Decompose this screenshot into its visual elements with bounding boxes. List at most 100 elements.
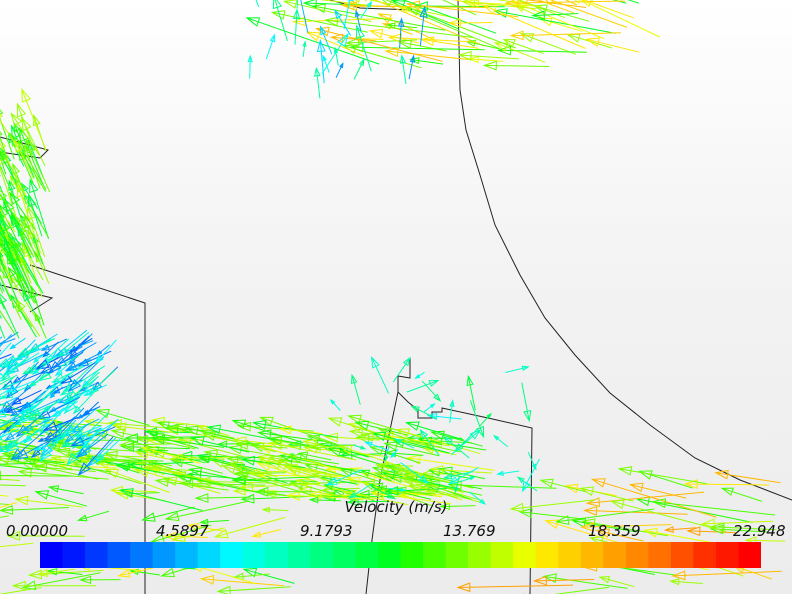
colorbar-swatch [400, 542, 424, 568]
colorbar-swatch [107, 542, 131, 568]
velocity-vector [479, 412, 492, 427]
velocity-vector [292, 8, 301, 45]
colorbar-swatch [468, 542, 492, 568]
velocity-vector [156, 421, 200, 436]
velocity-vector [265, 33, 276, 60]
velocity-vector [442, 435, 470, 459]
velocity-vector [406, 379, 440, 393]
colorbar-swatch [242, 542, 266, 568]
velocity-vector [450, 429, 481, 456]
velocity-vector [423, 403, 436, 413]
colorbar-swatch [332, 542, 357, 568]
velocity-vector [4, 338, 52, 368]
velocity-vector [404, 421, 464, 441]
velocity-vector [521, 382, 532, 423]
velocity-vector [585, 37, 640, 53]
velocity-vector [429, 465, 492, 475]
velocity-vector [128, 459, 194, 470]
velocity-vector [0, 484, 26, 487]
colorbar-swatch [513, 542, 537, 568]
colorbar-swatch [62, 542, 86, 568]
velocity-vector [353, 58, 365, 80]
velocity-vector [449, 399, 455, 423]
velocity-vector [78, 575, 121, 584]
velocity-vector [392, 356, 411, 383]
colorbar-swatch [130, 542, 154, 568]
velocity-vector [370, 356, 390, 394]
colorbar-swatch [625, 542, 649, 568]
colorbar-swatch [580, 542, 604, 568]
colorbar-swatch [287, 542, 311, 568]
colorbar-swatch [197, 542, 221, 568]
colorbar-swatch [648, 542, 672, 568]
legend-tick-label: 4.5897 [156, 522, 209, 540]
velocity-vector [24, 386, 51, 413]
velocity-vector [10, 294, 37, 338]
colorbar-swatch [377, 542, 402, 568]
legend-tick-label: 18.359 [588, 522, 641, 540]
colorbar-swatch [85, 542, 109, 568]
render-viewport[interactable]: Velocity (m/s) 0.00000 4.5897 9.1793 13.… [0, 0, 792, 594]
colorbar-swatch [670, 542, 695, 568]
velocity-vector [313, 66, 321, 99]
velocity-vector [410, 405, 438, 420]
colorbar-swatch [220, 542, 244, 568]
velocity-vector [447, 480, 557, 491]
velocity-vector [255, 0, 260, 8]
colorbar-swatch [535, 542, 559, 568]
colorbar-swatch [738, 542, 761, 568]
velocity-vector [516, 476, 538, 492]
velocity-vector [247, 54, 253, 79]
velocity-vector [34, 311, 47, 339]
velocity-vector [447, 18, 493, 28]
velocity-vector [421, 380, 442, 402]
colorbar-swatch [40, 542, 64, 568]
legend-tick-label: 22.948 [733, 522, 786, 540]
velocity-vector [539, 478, 587, 493]
velocity-vector [335, 62, 344, 78]
colorbar-swatch [152, 542, 176, 568]
velocity-vector [0, 494, 9, 497]
velocity-vector [0, 333, 12, 348]
legend-tick-label: 0.00000 [6, 522, 69, 540]
velocity-vector [505, 365, 530, 373]
velocity-vector [302, 40, 307, 57]
colorbar-swatch [355, 542, 379, 568]
legend-colorbar [40, 542, 761, 568]
velocity-vector [0, 542, 34, 548]
legend-tick-label: 13.769 [443, 522, 496, 540]
velocity-vector [617, 466, 708, 485]
velocity-vector [671, 570, 782, 581]
velocity-vector [272, 0, 288, 42]
colorbar-swatch [445, 542, 469, 568]
velocity-vector [406, 454, 495, 471]
velocity-vector [329, 398, 341, 411]
colorbar-swatch [603, 542, 627, 568]
colorbar-swatch [558, 542, 582, 568]
velocity-vector [509, 30, 621, 41]
velocity-vector [355, 24, 372, 72]
velocity-vector [28, 372, 49, 388]
velocity-vector [482, 60, 550, 71]
velocity-vector [493, 434, 509, 448]
velocity-vector [350, 373, 361, 405]
velocity-vector [426, 412, 462, 421]
velocity-vector [354, 445, 367, 450]
colorbar-swatch [423, 542, 447, 568]
velocity-vector [414, 371, 425, 380]
velocity-vector [349, 42, 485, 53]
colorbar-swatch [490, 542, 514, 568]
colorbar-swatch [715, 542, 740, 568]
velocity-vector [0, 324, 6, 339]
velocity-vector [466, 374, 476, 411]
velocity-vector [251, 528, 282, 538]
velocity-vector [409, 57, 444, 65]
legend-title: Velocity (m/s) [344, 498, 448, 516]
velocity-vector [291, 16, 393, 27]
velocity-vector [11, 580, 97, 591]
velocity-vector [94, 339, 117, 365]
velocity-vector [493, 8, 616, 34]
colorbar-swatch [693, 542, 717, 568]
velocity-vector [456, 582, 574, 593]
velocity-vector [333, 46, 339, 66]
